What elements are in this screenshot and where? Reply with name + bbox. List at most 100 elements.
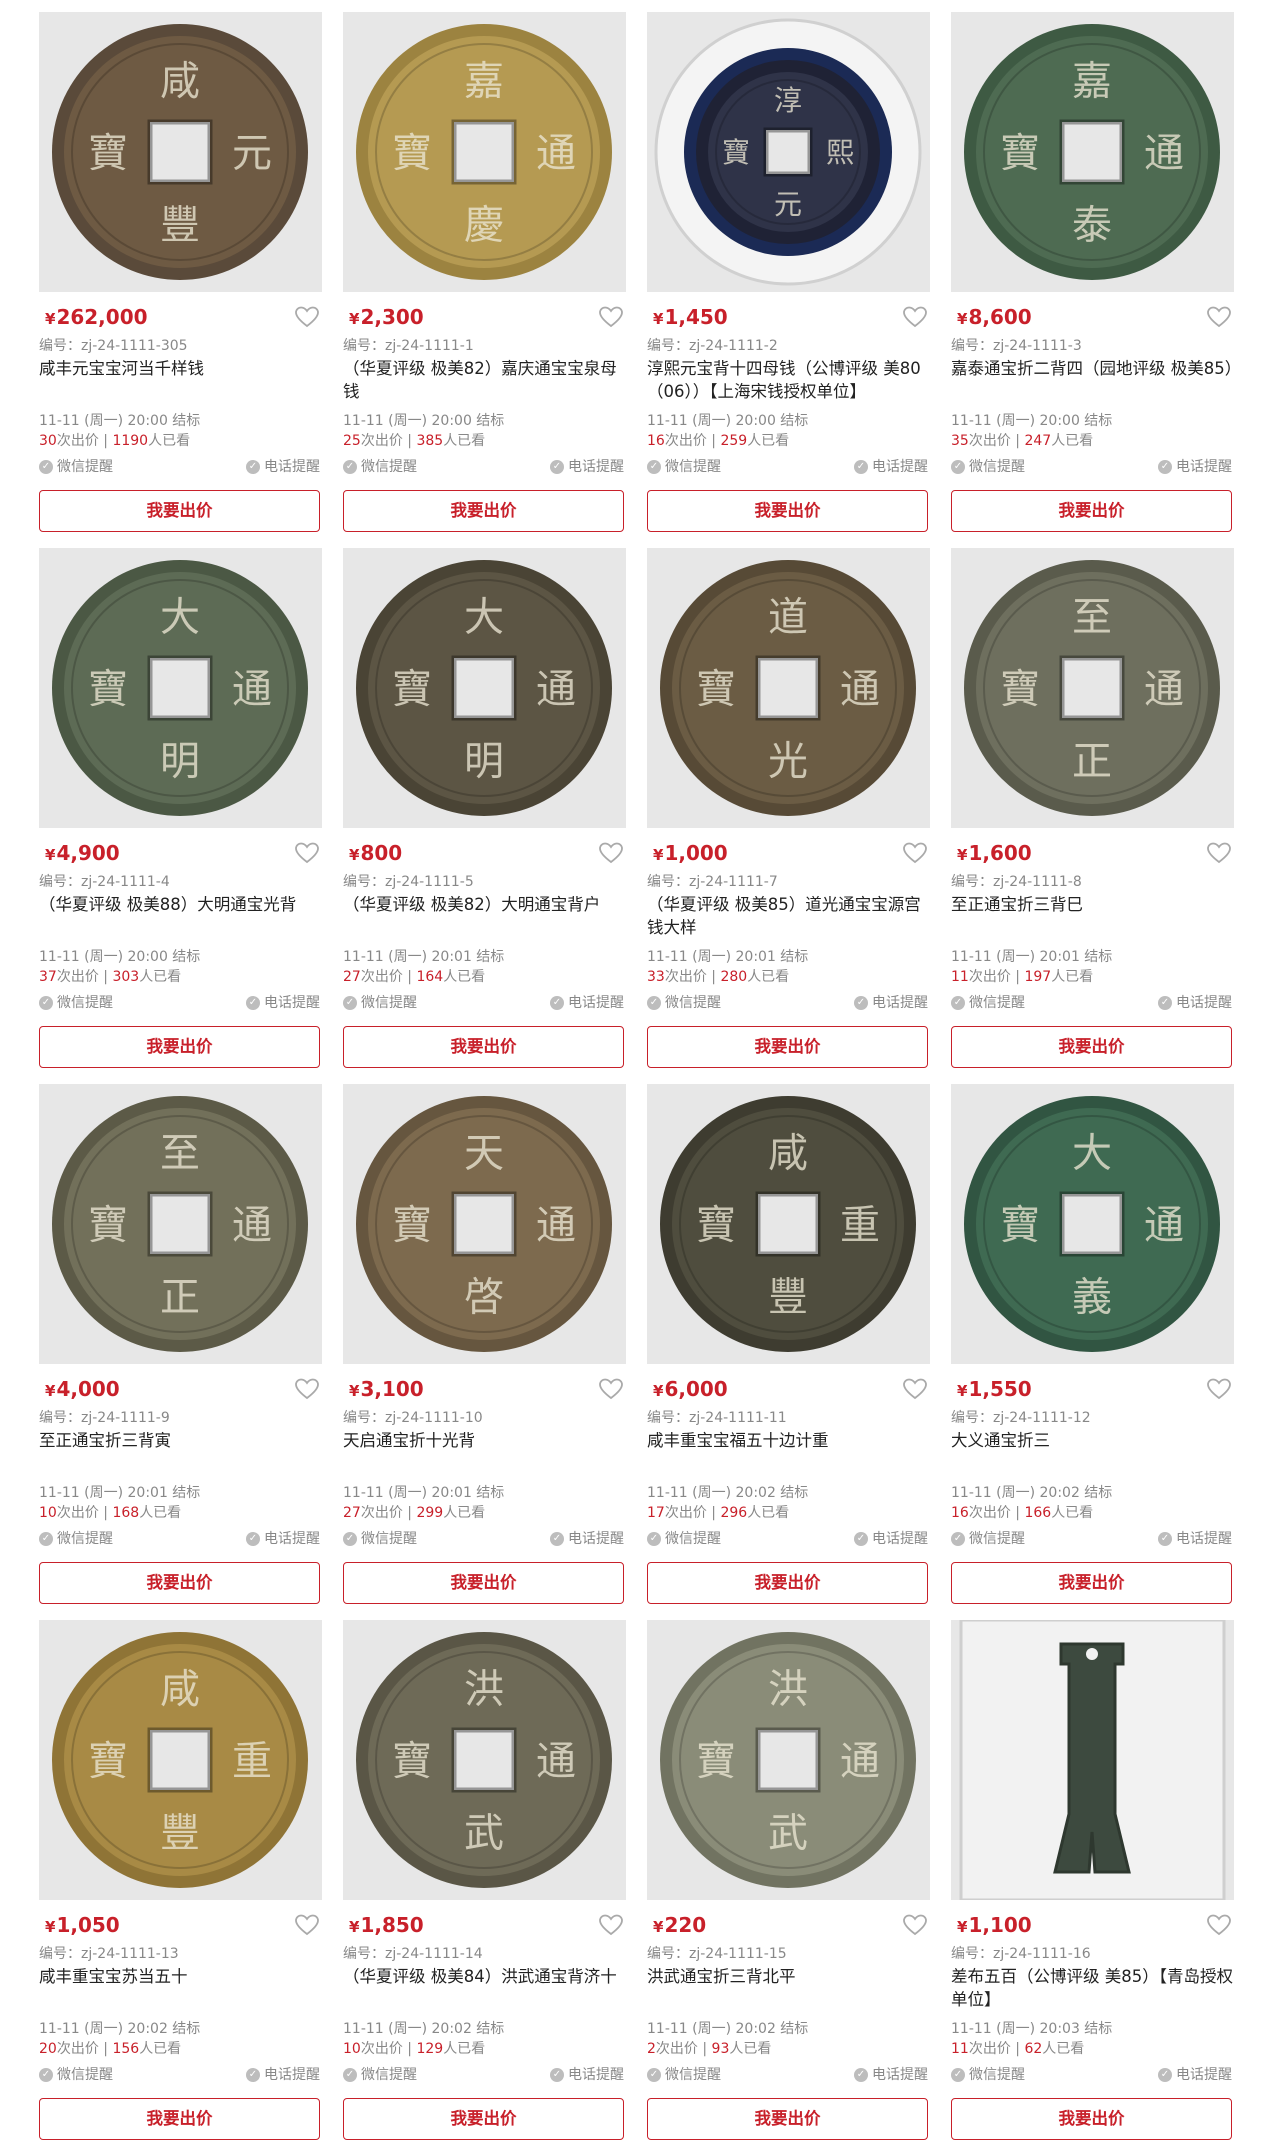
wechat-remind-toggle[interactable]: ✓ 微信提醒 xyxy=(951,1529,1025,1549)
heart-icon[interactable] xyxy=(294,1377,320,1401)
lot-title[interactable]: 至正通宝折三背寅 xyxy=(39,1429,322,1477)
bid-button[interactable]: 我要出价 xyxy=(39,490,320,532)
bid-button[interactable]: 我要出价 xyxy=(647,2098,928,2140)
lot-card[interactable]: 咸重豐寶 ¥1,050 编号：zj-24-1111-13 咸丰重宝宝苏当五十 11-11… xyxy=(39,1620,322,2142)
coin-photo[interactable]: 洪通武寶 xyxy=(343,1620,626,1900)
bid-button[interactable]: 我要出价 xyxy=(647,1562,928,1604)
wechat-remind-toggle[interactable]: ✓ 微信提醒 xyxy=(39,2065,113,2085)
phone-remind-toggle[interactable]: ✓ 电话提醒 xyxy=(1158,457,1232,477)
lot-title[interactable]: 嘉泰通宝折二背四（园地评级 极美85） xyxy=(951,357,1234,405)
heart-icon[interactable] xyxy=(598,1377,624,1401)
wechat-remind-toggle[interactable]: ✓ 微信提醒 xyxy=(647,1529,721,1549)
heart-icon[interactable] xyxy=(902,305,928,329)
phone-remind-toggle[interactable]: ✓ 电话提醒 xyxy=(246,993,320,1013)
phone-remind-toggle[interactable]: ✓ 电话提醒 xyxy=(246,2065,320,2085)
bid-button[interactable]: 我要出价 xyxy=(39,1026,320,1068)
lot-title[interactable]: （华夏评级 极美84）洪武通宝背济十 xyxy=(343,1965,626,2013)
lot-title[interactable]: 咸丰重宝宝福五十边计重 xyxy=(647,1429,930,1477)
heart-icon[interactable] xyxy=(902,841,928,865)
coin-photo[interactable]: 嘉通泰寶 xyxy=(951,12,1234,292)
lot-title[interactable]: （华夏评级 极美82）大明通宝背户 xyxy=(343,893,626,941)
wechat-remind-toggle[interactable]: ✓ 微信提醒 xyxy=(39,993,113,1013)
lot-title[interactable]: 洪武通宝折三背北平 xyxy=(647,1965,930,2013)
heart-icon[interactable] xyxy=(598,841,624,865)
lot-title[interactable]: 大义通宝折三 xyxy=(951,1429,1234,1477)
phone-remind-toggle[interactable]: ✓ 电话提醒 xyxy=(1158,993,1232,1013)
lot-card[interactable]: 大通明寶 ¥800 编号：zj-24-1111-5 （华夏评级 极美82）大明通宝背户… xyxy=(343,548,626,1070)
phone-remind-toggle[interactable]: ✓ 电话提醒 xyxy=(1158,2065,1232,2085)
lot-card[interactable]: ¥1,100 编号：zj-24-1111-16 差布五百（公博评级 美85）【青岛授… xyxy=(951,1620,1234,2142)
bid-button[interactable]: 我要出价 xyxy=(951,2098,1232,2140)
lot-card[interactable]: 嘉通泰寶 ¥8,600 编号：zj-24-1111-3 嘉泰通宝折二背四（园地评级 极… xyxy=(951,12,1234,534)
wechat-remind-toggle[interactable]: ✓ 微信提醒 xyxy=(39,1529,113,1549)
wechat-remind-toggle[interactable]: ✓ 微信提醒 xyxy=(343,1529,417,1549)
lot-card[interactable]: 大通義寶 ¥1,550 编号：zj-24-1111-12 大义通宝折三 11-11 (周… xyxy=(951,1084,1234,1606)
lot-card[interactable]: 大通明寶 ¥4,900 编号：zj-24-1111-4 （华夏评级 极美88）大明通宝… xyxy=(39,548,322,1070)
lot-title[interactable]: 差布五百（公博评级 美85）【青岛授权单位】 xyxy=(951,1965,1234,2013)
heart-icon[interactable] xyxy=(294,841,320,865)
lot-title[interactable]: （华夏评级 极美88）大明通宝光背 xyxy=(39,893,322,941)
phone-remind-toggle[interactable]: ✓ 电话提醒 xyxy=(854,993,928,1013)
coin-photo[interactable]: 大通義寶 xyxy=(951,1084,1234,1364)
bid-button[interactable]: 我要出价 xyxy=(343,1562,624,1604)
phone-remind-toggle[interactable]: ✓ 电话提醒 xyxy=(246,1529,320,1549)
bid-button[interactable]: 我要出价 xyxy=(951,1026,1232,1068)
lot-card[interactable]: 淳熙元寶 ¥1,450 编号：zj-24-1111-2 淳熙元宝背十四母钱（公博评级 … xyxy=(647,12,930,534)
bid-button[interactable]: 我要出价 xyxy=(343,1026,624,1068)
bid-button[interactable]: 我要出价 xyxy=(39,2098,320,2140)
heart-icon[interactable] xyxy=(598,305,624,329)
bid-button[interactable]: 我要出价 xyxy=(951,1562,1232,1604)
heart-icon[interactable] xyxy=(294,1913,320,1937)
heart-icon[interactable] xyxy=(1206,1377,1232,1401)
wechat-remind-toggle[interactable]: ✓ 微信提醒 xyxy=(343,2065,417,2085)
coin-photo[interactable]: 淳熙元寶 xyxy=(647,12,930,292)
lot-card[interactable]: 洪通武寶 ¥1,850 编号：zj-24-1111-14 （华夏评级 极美84）洪武通… xyxy=(343,1620,626,2142)
phone-remind-toggle[interactable]: ✓ 电话提醒 xyxy=(854,1529,928,1549)
bid-button[interactable]: 我要出价 xyxy=(647,490,928,532)
lot-card[interactable]: 至通正寶 ¥4,000 编号：zj-24-1111-9 至正通宝折三背寅 11-11 (… xyxy=(39,1084,322,1606)
wechat-remind-toggle[interactable]: ✓ 微信提醒 xyxy=(951,993,1025,1013)
bid-button[interactable]: 我要出价 xyxy=(647,1026,928,1068)
coin-photo[interactable]: 洪通武寶 xyxy=(647,1620,930,1900)
coin-photo[interactable] xyxy=(951,1620,1234,1900)
lot-card[interactable]: 道通光寶 ¥1,000 编号：zj-24-1111-7 （华夏评级 极美85）道光通宝… xyxy=(647,548,930,1070)
lot-card[interactable]: 嘉通慶寶 ¥2,300 编号：zj-24-1111-1 （华夏评级 极美82）嘉庆通宝… xyxy=(343,12,626,534)
coin-photo[interactable]: 咸重豐寶 xyxy=(39,1620,322,1900)
heart-icon[interactable] xyxy=(1206,841,1232,865)
phone-remind-toggle[interactable]: ✓ 电话提醒 xyxy=(550,457,624,477)
heart-icon[interactable] xyxy=(294,305,320,329)
coin-photo[interactable]: 至通正寶 xyxy=(39,1084,322,1364)
wechat-remind-toggle[interactable]: ✓ 微信提醒 xyxy=(647,2065,721,2085)
phone-remind-toggle[interactable]: ✓ 电话提醒 xyxy=(550,2065,624,2085)
bid-button[interactable]: 我要出价 xyxy=(343,2098,624,2140)
coin-photo[interactable]: 大通明寶 xyxy=(39,548,322,828)
phone-remind-toggle[interactable]: ✓ 电话提醒 xyxy=(550,1529,624,1549)
wechat-remind-toggle[interactable]: ✓ 微信提醒 xyxy=(647,993,721,1013)
lot-card[interactable]: 洪通武寶 ¥220 编号：zj-24-1111-15 洪武通宝折三背北平 11-11 (… xyxy=(647,1620,930,2142)
coin-photo[interactable]: 嘉通慶寶 xyxy=(343,12,626,292)
coin-photo[interactable]: 天通啓寶 xyxy=(343,1084,626,1364)
phone-remind-toggle[interactable]: ✓ 电话提醒 xyxy=(550,993,624,1013)
bid-button[interactable]: 我要出价 xyxy=(39,1562,320,1604)
wechat-remind-toggle[interactable]: ✓ 微信提醒 xyxy=(647,457,721,477)
phone-remind-toggle[interactable]: ✓ 电话提醒 xyxy=(1158,1529,1232,1549)
heart-icon[interactable] xyxy=(902,1913,928,1937)
coin-photo[interactable]: 咸重豐寶 xyxy=(647,1084,930,1364)
wechat-remind-toggle[interactable]: ✓ 微信提醒 xyxy=(343,993,417,1013)
phone-remind-toggle[interactable]: ✓ 电话提醒 xyxy=(854,2065,928,2085)
coin-photo[interactable]: 道通光寶 xyxy=(647,548,930,828)
coin-photo[interactable]: 咸元豐寶 xyxy=(39,12,322,292)
lot-card[interactable]: 天通啓寶 ¥3,100 编号：zj-24-1111-10 天启通宝折十光背 11-11 … xyxy=(343,1084,626,1606)
wechat-remind-toggle[interactable]: ✓ 微信提醒 xyxy=(951,457,1025,477)
lot-title[interactable]: 淳熙元宝背十四母钱（公博评级 美80（06））【上海宋钱授权单位】 xyxy=(647,357,930,405)
lot-title[interactable]: （华夏评级 极美85）道光通宝宝源宫钱大样 xyxy=(647,893,930,941)
heart-icon[interactable] xyxy=(902,1377,928,1401)
lot-title[interactable]: 至正通宝折三背巳 xyxy=(951,893,1234,941)
lot-card[interactable]: 咸元豐寶 ¥262,000 编号：zj-24-1111-305 咸丰元宝宝河当千样钱 1… xyxy=(39,12,322,534)
wechat-remind-toggle[interactable]: ✓ 微信提醒 xyxy=(343,457,417,477)
bid-button[interactable]: 我要出价 xyxy=(343,490,624,532)
bid-button[interactable]: 我要出价 xyxy=(951,490,1232,532)
heart-icon[interactable] xyxy=(598,1913,624,1937)
lot-title[interactable]: 天启通宝折十光背 xyxy=(343,1429,626,1477)
lot-title[interactable]: 咸丰重宝宝苏当五十 xyxy=(39,1965,322,2013)
